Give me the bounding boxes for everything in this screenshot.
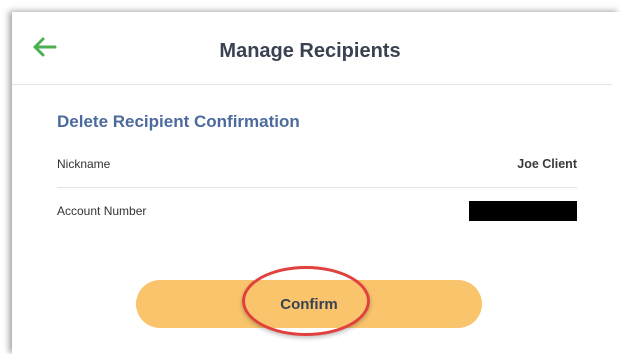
account-number-label: Account Number: [57, 204, 147, 218]
account-number-redacted: [469, 201, 577, 221]
detail-row-nickname: Nickname Joe Client: [57, 141, 577, 188]
section-title: Delete Recipient Confirmation: [57, 112, 300, 131]
header: Manage Recipients: [12, 12, 612, 85]
detail-row-account-number: Account Number: [57, 188, 577, 234]
manage-recipients-panel: Manage Recipients Delete Recipient Confi…: [12, 12, 620, 354]
page-title: Manage Recipients: [219, 40, 401, 62]
nickname-value: Joe Client: [517, 157, 577, 171]
confirm-button[interactable]: Confirm: [136, 280, 482, 328]
nickname-label: Nickname: [57, 157, 111, 171]
